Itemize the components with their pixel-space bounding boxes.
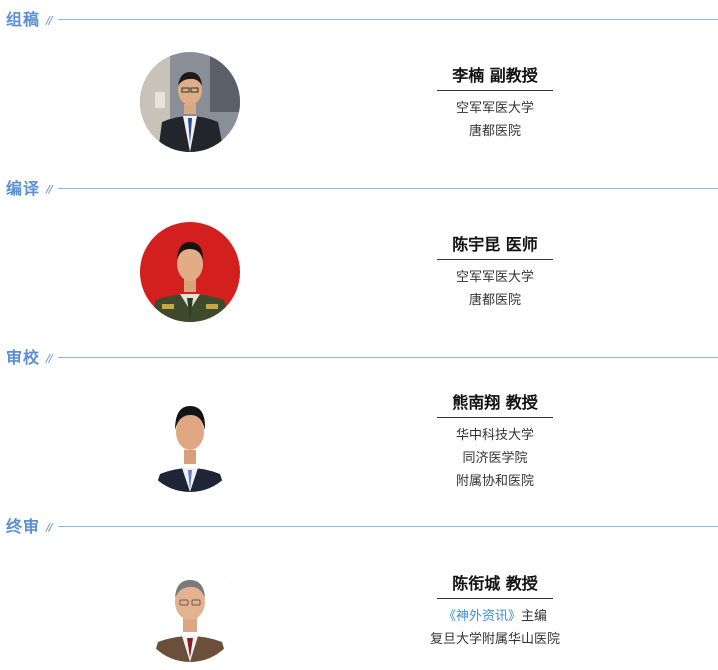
section-title: 审校 — [6, 348, 41, 367]
slash-decoration: // — [46, 521, 53, 534]
divider-line — [58, 357, 718, 358]
person-name: 陈宇昆 医师 — [437, 235, 553, 260]
portrait-photo — [140, 562, 240, 662]
avatar — [140, 562, 240, 662]
section-title: 编译 — [6, 179, 41, 198]
affiliation-line: 附属协和医院 — [455, 474, 534, 489]
divider-line — [58, 19, 718, 20]
role-label: 主编 — [521, 609, 548, 624]
portrait-photo — [140, 392, 240, 492]
affiliation-line: 华中科技大学 — [455, 428, 534, 443]
person-info: 陈宇昆 医师 空军军医大学 唐都医院 — [395, 235, 595, 312]
section-header-reviewer: 审校 // — [0, 348, 718, 370]
section-header-final-review: 终审 // — [0, 517, 718, 539]
section-title: 组稿 — [6, 10, 41, 29]
portrait-photo — [140, 52, 240, 152]
avatar — [140, 392, 240, 492]
affiliation-line: 空军军医大学 — [455, 101, 534, 116]
affiliation-line: 唐都医院 — [468, 293, 521, 308]
section-header-organizer: 组稿 // — [0, 10, 718, 32]
slash-decoration: // — [46, 14, 53, 27]
person-name: 李楠 副教授 — [437, 66, 553, 91]
person-info: 陈衔城 教授 《神外资讯》主编 复旦大学附属华山医院 — [395, 574, 595, 651]
person-info: 熊南翔 教授 华中科技大学 同济医学院 附属协和医院 — [395, 393, 595, 493]
divider-line — [58, 188, 718, 189]
affiliation-line: 唐都医院 — [468, 124, 521, 139]
section-title: 终审 — [6, 517, 41, 536]
divider-line — [58, 526, 718, 527]
journal-name: 《神外资讯》 — [442, 609, 521, 624]
affiliation-line: 《神外资讯》主编 — [395, 605, 595, 628]
slash-decoration: // — [46, 183, 53, 196]
person-name: 陈衔城 教授 — [437, 574, 553, 599]
slash-decoration: // — [46, 352, 53, 365]
affiliation-line: 同济医学院 — [462, 451, 528, 466]
portrait-photo — [140, 222, 240, 322]
affiliation-line: 复旦大学附属华山医院 — [429, 632, 560, 647]
avatar — [140, 52, 240, 152]
person-name: 熊南翔 教授 — [437, 393, 553, 418]
section-header-translator: 编译 // — [0, 179, 718, 201]
person-info: 李楠 副教授 空军军医大学 唐都医院 — [395, 66, 595, 143]
affiliation-line: 空军军医大学 — [455, 270, 534, 285]
avatar — [140, 222, 240, 322]
